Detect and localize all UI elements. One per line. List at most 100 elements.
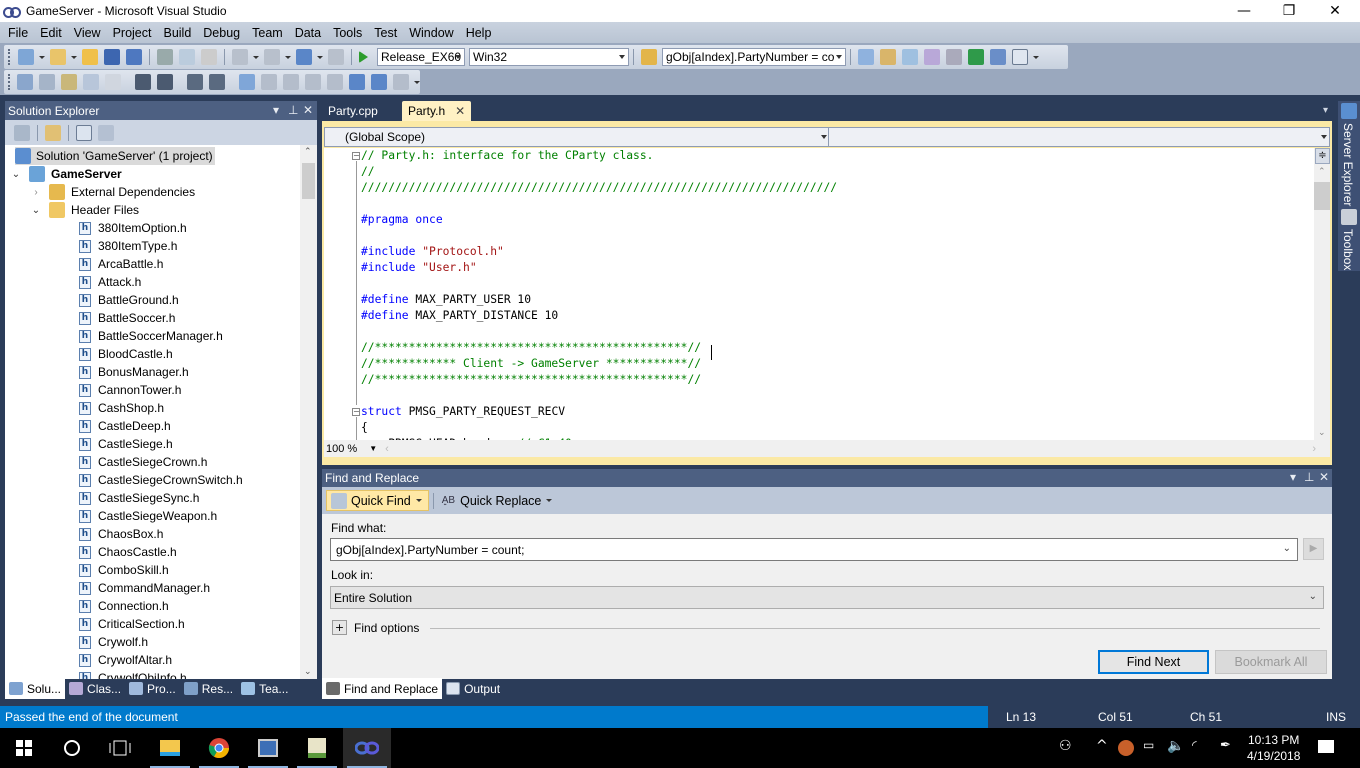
menu-project[interactable]: Project [107, 26, 158, 40]
previous-bookmark-document-icon[interactable] [349, 74, 365, 90]
system-clock[interactable]: 10:13 PM 4/19/2018 [1247, 732, 1300, 764]
menu-team[interactable]: Team [246, 26, 289, 40]
action-center-icon[interactable] [1318, 740, 1334, 753]
menu-debug[interactable]: Debug [197, 26, 246, 40]
file-item[interactable]: h CriticalSection.h [79, 615, 185, 633]
file-item[interactable]: h ArcaBattle.h [79, 255, 163, 273]
scrollbar-thumb[interactable] [1314, 182, 1330, 210]
tray-app-icon[interactable] [1118, 740, 1134, 756]
scroll-down-icon[interactable]: ⌄ [304, 667, 312, 677]
task-view-button[interactable] [96, 728, 144, 768]
next-bookmark-folder-icon[interactable] [327, 74, 343, 90]
find-what-input[interactable]: gObj[aIndex].PartyNumber = count; ⌄ [330, 538, 1298, 561]
window-position-dropdown-icon[interactable]: ▾ [273, 103, 279, 117]
complete-word-icon[interactable] [83, 74, 99, 90]
platform-dropdown[interactable]: Win32 [469, 48, 629, 66]
file-item[interactable]: h 380ItemOption.h [79, 219, 187, 237]
file-item[interactable]: h ComboSkill.h [79, 561, 169, 579]
file-item[interactable]: h BattleSoccer.h [79, 309, 175, 327]
member-dropdown[interactable] [830, 128, 1330, 146]
previous-bookmark-folder-icon[interactable] [305, 74, 321, 90]
view-code-icon[interactable] [76, 124, 92, 141]
extension-manager-icon[interactable] [990, 49, 1006, 65]
menu-window[interactable]: Window [403, 26, 459, 40]
file-item[interactable]: h CannonTower.h [79, 381, 181, 399]
file-item[interactable]: h ChaosCastle.h [79, 543, 177, 561]
scope-dropdown[interactable]: (Global Scope) [325, 128, 829, 146]
menu-tools[interactable]: Tools [327, 26, 368, 40]
tools-icon[interactable] [946, 49, 962, 65]
solution-explorer-scrollbar[interactable]: ⌃ ⌄ [300, 145, 317, 679]
tab-solution-explorer[interactable]: Solu... [5, 678, 66, 699]
server-explorer-tab[interactable]: Server Explorer [1341, 123, 1355, 206]
file-item[interactable]: h CastleSiegeCrown.h [79, 453, 207, 471]
display-object-member-list-icon[interactable] [17, 74, 33, 90]
close-tab-icon[interactable]: ✕ [455, 104, 465, 118]
zoom-level-dropdown[interactable]: 100 % [326, 443, 357, 455]
search-button[interactable] [48, 728, 96, 768]
quick-replace-button[interactable]: A͍B Quick Replace [438, 490, 559, 511]
pin-icon[interactable]: ⊥ [288, 103, 298, 117]
save-all-icon[interactable] [126, 49, 142, 65]
quick-find-button[interactable]: Quick Find [326, 490, 429, 511]
close-panel-icon[interactable]: ✕ [1319, 470, 1329, 484]
comment-lines-icon[interactable] [187, 74, 203, 90]
people-icon[interactable]: ⚇ [1059, 738, 1072, 754]
properties-icon[interactable] [880, 49, 896, 65]
pen-workspace-icon[interactable]: ✒ [1220, 738, 1231, 753]
view-class-diagram-icon[interactable] [98, 124, 114, 141]
navigate-backward-icon[interactable] [296, 49, 312, 65]
window-position-dropdown-icon[interactable]: ▾ [1290, 470, 1296, 484]
tab-party-h[interactable]: Party.h ✕ [402, 101, 472, 121]
chrome-taskbar-button[interactable] [195, 728, 243, 768]
start-debugging-icon[interactable] [359, 51, 368, 63]
copy-icon[interactable] [179, 49, 195, 65]
folder-external-dependencies[interactable]: › External Dependencies [29, 183, 195, 201]
configuration-dropdown[interactable]: Release_EX60 [377, 48, 465, 66]
wifi-icon[interactable]: ◜ [1192, 738, 1197, 752]
redo-icon[interactable] [264, 49, 280, 65]
file-item[interactable]: h CashShop.h [79, 399, 164, 417]
scroll-up-icon[interactable]: ⌃ [1318, 167, 1326, 177]
menu-edit[interactable]: Edit [34, 26, 68, 40]
close-button[interactable]: ✕ [1312, 0, 1358, 22]
zoom-dropdown-icon[interactable]: ▼ [369, 444, 377, 453]
toolbox-tab[interactable]: Toolbox [1341, 229, 1355, 270]
bookmark-all-button[interactable]: Bookmark All [1215, 650, 1327, 674]
solution-node[interactable]: Solution 'GameServer' (1 project) [15, 147, 215, 165]
tab-output[interactable]: Output [442, 678, 504, 699]
find-in-files-icon[interactable] [641, 49, 657, 65]
find-next-button[interactable]: Find Next [1098, 650, 1209, 674]
scroll-right-icon[interactable]: › [1312, 443, 1316, 455]
clear-bookmarks-icon[interactable] [393, 74, 409, 90]
add-item-icon[interactable] [50, 49, 66, 65]
scroll-down-icon[interactable]: ⌄ [1318, 428, 1326, 438]
parameter-info-icon[interactable] [39, 74, 55, 90]
visual-studio-taskbar-button[interactable] [343, 728, 391, 768]
tab-resource-view[interactable]: Res... [180, 678, 237, 699]
collapsed-chevron-icon[interactable]: › [29, 187, 43, 198]
object-browser-icon[interactable] [902, 49, 918, 65]
split-window-icon[interactable]: ≑ [1315, 148, 1330, 164]
file-item[interactable]: h Connection.h [79, 597, 169, 615]
decrease-indent-icon[interactable] [135, 74, 151, 90]
file-item[interactable]: h BattleSoccerManager.h [79, 327, 223, 345]
new-project-icon[interactable] [18, 49, 34, 65]
file-item[interactable]: h BloodCastle.h [79, 345, 173, 363]
scroll-left-icon[interactable]: ‹ [385, 443, 389, 455]
navigate-forward-icon[interactable] [328, 49, 344, 65]
show-hidden-icons[interactable]: ^ [1096, 738, 1108, 754]
properties-icon[interactable] [14, 124, 30, 141]
next-bookmark-document-icon[interactable] [371, 74, 387, 90]
toggle-bookmark-icon[interactable] [239, 74, 255, 90]
file-item[interactable]: h Crywolf.h [79, 633, 148, 651]
file-item[interactable]: h BattleGround.h [79, 291, 179, 309]
find-history-dropdown-icon[interactable]: ⌄ [1283, 543, 1291, 554]
undo-icon[interactable] [232, 49, 248, 65]
quick-info-icon[interactable] [61, 74, 77, 90]
cut-icon[interactable] [157, 49, 173, 65]
start-page-icon[interactable] [968, 49, 984, 65]
tab-team-explorer[interactable]: Tea... [237, 678, 292, 699]
command-window-icon[interactable] [1012, 49, 1028, 65]
file-item[interactable]: h CommandManager.h [79, 579, 210, 597]
